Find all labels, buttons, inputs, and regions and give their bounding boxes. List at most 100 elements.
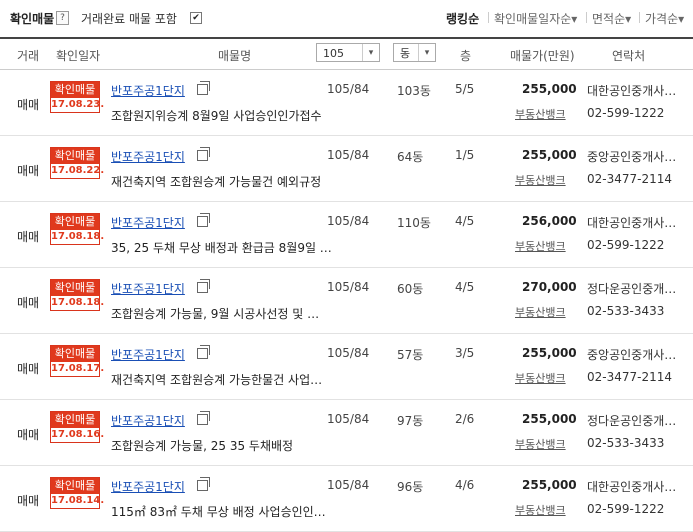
section-title: 확인매물 [10, 12, 55, 26]
deal-type: 매매 [17, 296, 40, 310]
sort-confirm-date[interactable]: 확인매물일자순▾ [494, 10, 577, 27]
listing-floor: 4/5 [455, 214, 475, 228]
confirmed-badge-label: 확인매물 [51, 346, 99, 362]
agent-name[interactable]: 대한공인중개사… [587, 214, 691, 231]
listing-dong: 103동 [397, 84, 431, 98]
help-icon[interactable]: ? [56, 11, 69, 25]
chevron-down-icon: ▾ [362, 44, 379, 61]
confirmed-badge: 확인매물 17.08.18. [50, 279, 104, 311]
listing-description: 조합원승계 가능물, 25 35 두채배정 [111, 439, 294, 453]
agent-phone: 02-533-3433 [587, 304, 665, 318]
copy-icon[interactable] [197, 279, 210, 293]
listing-floor: 1/5 [455, 148, 475, 162]
copy-icon[interactable] [197, 213, 210, 227]
listing-price: 255,000 [522, 346, 577, 360]
source-link[interactable]: 부동산뱅크 [515, 172, 566, 188]
agent-name[interactable]: 정다운공인중개… [587, 412, 691, 429]
listing-dong: 64동 [397, 150, 424, 164]
agent-name[interactable]: 중앙공인중개사… [587, 346, 691, 363]
agent-name[interactable]: 중앙공인중개사… [587, 148, 691, 165]
copy-icon[interactable] [197, 81, 210, 95]
source-link[interactable]: 부동산뱅크 [515, 238, 566, 254]
agent-name[interactable]: 대한공인중개사… [587, 478, 691, 495]
header-floor: 층 [460, 49, 472, 63]
listing-dong: 57동 [397, 348, 424, 362]
agent-name[interactable]: 정다운공인중개… [587, 280, 691, 297]
listing-description: 115㎡ 83㎡ 두채 무상 배정 사업승인인… [111, 505, 326, 519]
listing-name-link[interactable]: 반포주공1단지 [111, 478, 185, 495]
listing-row: 매매 확인매물 17.08.16. 반포주공1단지 조합원승계 가능물, 25 … [0, 399, 693, 466]
confirmed-date: 17.08.22. [51, 165, 105, 176]
confirmed-date: 17.08.16. [51, 429, 105, 440]
copy-icon[interactable] [197, 147, 210, 161]
listing-name-link[interactable]: 반포주공1단지 [111, 346, 185, 363]
listing-description: 조합원지위승계 8월9일 사업승인인가접수 [111, 109, 322, 123]
dong-select[interactable]: 동 ▾ [393, 43, 436, 62]
confirmed-date: 17.08.14. [51, 495, 105, 506]
listing-name-link[interactable]: 반포주공1단지 [111, 82, 185, 99]
listing-name-link[interactable]: 반포주공1단지 [111, 214, 185, 231]
listing-description: 35, 25 두채 무상 배정과 환급금 8월9일 … [111, 241, 332, 255]
confirmed-badge-label: 확인매물 [51, 412, 99, 428]
listing-row: 매매 확인매물 17.08.22. 반포주공1단지 재건축지역 조합원승계 가능… [0, 135, 693, 202]
listing-dong: 96동 [397, 480, 424, 494]
header-date: 확인일자 [56, 49, 101, 63]
listing-floor: 5/5 [455, 82, 475, 96]
header-type: 거래 [17, 49, 40, 63]
listing-area: 105/84 [327, 346, 370, 360]
listing-floor: 4/6 [455, 478, 475, 492]
agent-phone: 02-3477-2114 [587, 172, 673, 186]
confirmed-date: 17.08.23. [51, 99, 105, 110]
listing-description: 재건축지역 조합원승계 가능한물건 사업… [111, 373, 323, 387]
sort-divider [488, 12, 489, 23]
sort-area[interactable]: 면적순▾ [592, 10, 631, 27]
agent-name[interactable]: 대한공인중개사… [587, 82, 691, 99]
source-link[interactable]: 부동산뱅크 [515, 106, 566, 122]
agent-phone: 02-533-3433 [587, 436, 665, 450]
confirmed-badge-label: 확인매물 [51, 214, 99, 230]
listing-description: 재건축지역 조합원승계 가능물건 예외규정 [111, 175, 322, 189]
confirmed-badge-label: 확인매물 [51, 148, 99, 164]
listing-row: 매매 확인매물 17.08.18. 반포주공1단지 35, 25 두채 무상 배… [0, 201, 693, 268]
agent-phone: 02-599-1222 [587, 238, 665, 252]
source-link[interactable]: 부동산뱅크 [515, 436, 566, 452]
area-select-value: 105 [323, 47, 344, 60]
listing-area: 105/84 [327, 82, 370, 96]
sort-ranking[interactable]: 랭킹순 [446, 10, 479, 27]
copy-icon[interactable] [197, 477, 210, 491]
sort-price[interactable]: 가격순▾ [645, 10, 684, 27]
listing-floor: 3/5 [455, 346, 475, 360]
listing-name-link[interactable]: 반포주공1단지 [111, 280, 185, 297]
copy-icon[interactable] [197, 411, 210, 425]
listing-floor: 2/6 [455, 412, 475, 426]
listing-name-link[interactable]: 반포주공1단지 [111, 148, 185, 165]
listing-row: 매매 확인매물 17.08.17. 반포주공1단지 재건축지역 조합원승계 가능… [0, 333, 693, 400]
listing-price: 270,000 [522, 280, 577, 294]
include-completed-checkbox[interactable]: ✔ [190, 12, 202, 24]
listing-price: 255,000 [522, 478, 577, 492]
dong-select-value: 동 [400, 47, 411, 60]
table-header: 거래 확인일자 매물명 105 ▾ 동 ▾ 층 매물가(만원) 연락처 [0, 37, 693, 70]
confirmed-badge: 확인매물 17.08.23. [50, 81, 105, 113]
agent-phone: 02-599-1222 [587, 502, 665, 516]
source-link[interactable]: 부동산뱅크 [515, 370, 566, 386]
confirmed-badge: 확인매물 17.08.22. [50, 147, 105, 179]
listing-dong: 97동 [397, 414, 424, 428]
listing-area: 105/84 [327, 148, 370, 162]
deal-type: 매매 [17, 164, 40, 178]
listing-dong: 60동 [397, 282, 424, 296]
source-link[interactable]: 부동산뱅크 [515, 304, 566, 320]
top-bar: 확인매물 ? 거래완료 매물 포함 ✔ 랭킹순 확인매물일자순▾ 면적순▾ 가격… [0, 0, 693, 36]
listing-name-link[interactable]: 반포주공1단지 [111, 412, 185, 429]
area-select[interactable]: 105 ▾ [316, 43, 380, 62]
source-link[interactable]: 부동산뱅크 [515, 502, 566, 518]
include-completed-label[interactable]: 거래완료 매물 포함 [81, 10, 177, 27]
sort-divider [639, 12, 640, 23]
listing-row: 매매 확인매물 17.08.14. 반포주공1단지 115㎡ 83㎡ 두채 무상… [0, 465, 693, 532]
listing-description: 조합원승계 가능물, 9월 시공사선정 및 … [111, 307, 320, 321]
deal-type: 매매 [17, 428, 40, 442]
copy-icon[interactable] [197, 345, 210, 359]
listing-area: 105/84 [327, 280, 370, 294]
header-price: 매물가(만원) [510, 49, 575, 63]
deal-type: 매매 [17, 362, 40, 376]
